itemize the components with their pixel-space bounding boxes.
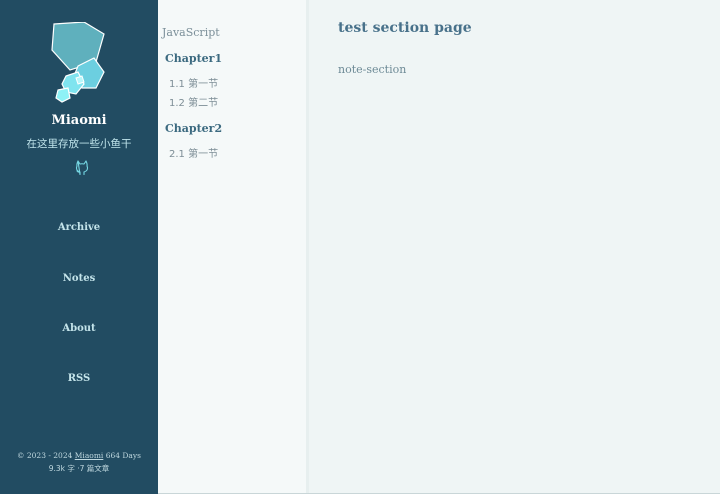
github-icon[interactable] [75, 160, 89, 175]
catalog-panel: JavaScript Chapter1 1.1 第一节 1.2 第二节 Chap… [158, 0, 309, 494]
page-body-text: note-section [338, 63, 407, 76]
nav-notes[interactable]: Notes [0, 273, 158, 284]
catalog-chapter-2[interactable]: Chapter2 [165, 122, 222, 135]
catalog-section-2-1[interactable]: 2.1 第一节 [169, 145, 218, 160]
site-logo-icon[interactable] [48, 22, 110, 104]
page-title: test section page [338, 20, 472, 36]
site-title[interactable]: Miaomi [0, 113, 158, 128]
nav-about[interactable]: About [0, 323, 158, 334]
catalog-section-1-2[interactable]: 1.2 第二节 [169, 94, 218, 109]
footer-line-1: © 2023 - 2024 Miaomi 664 Days [0, 449, 158, 462]
site-subtitle: 在这里存放一些小鱼干 [26, 138, 132, 150]
nav-rss[interactable]: RSS [0, 373, 158, 384]
sidebar: Miaomi 在这里存放一些小鱼干 Archive Notes About RS… [0, 0, 158, 494]
footer-author-link[interactable]: Miaomi [75, 451, 104, 460]
sidebar-footer: © 2023 - 2024 Miaomi 664 Days 9.3k 字 ·7 … [0, 449, 158, 475]
catalog-section-1-1[interactable]: 1.1 第一节 [169, 75, 218, 90]
catalog-chapter-1[interactable]: Chapter1 [165, 52, 222, 65]
footer-copyright: © 2023 - 2024 [17, 451, 75, 460]
catalog-category: JavaScript [162, 26, 220, 39]
footer-days: 664 Days [103, 451, 141, 460]
nav-archive[interactable]: Archive [0, 222, 158, 233]
footer-stats: 9.3k 字 ·7 篇文章 [48, 464, 110, 473]
